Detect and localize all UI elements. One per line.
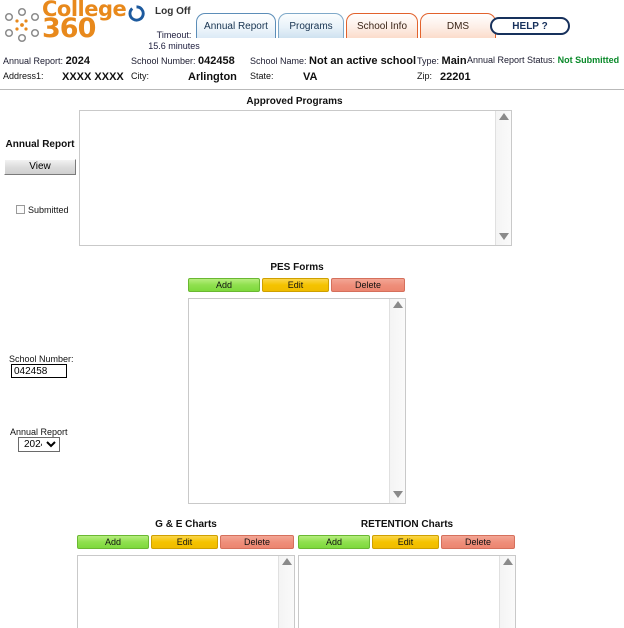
- info-address1-label: Address1:: [3, 71, 44, 81]
- logoff-link[interactable]: Log Off: [155, 6, 191, 17]
- retention-charts-delete-button[interactable]: Delete: [441, 535, 515, 549]
- ge-charts-add-button[interactable]: Add: [77, 535, 149, 549]
- brand-word-360: 360: [42, 13, 96, 45]
- info-state-label: State:: [250, 71, 274, 81]
- pes-forms-listbox[interactable]: [188, 298, 406, 504]
- pes-forms-delete-button[interactable]: Delete: [331, 278, 405, 292]
- view-button[interactable]: View: [4, 159, 76, 175]
- submitted-checkbox-row: Submitted: [16, 205, 69, 215]
- retention-charts-scrollbar[interactable]: [499, 556, 515, 628]
- brand-logo: College 360: [2, 0, 127, 47]
- submitted-checkbox[interactable]: [16, 205, 25, 214]
- info-annual-report: Annual Report: 2024: [3, 55, 91, 67]
- retention-charts-title: RETENTION Charts: [360, 519, 454, 530]
- approved-programs-scrollbar[interactable]: [495, 111, 511, 245]
- timeout-value: 15.6 minutes: [148, 40, 200, 51]
- scroll-up-arrow-icon[interactable]: [498, 113, 509, 123]
- scroll-down-arrow-icon[interactable]: [392, 491, 403, 501]
- app-page: College 360 Log Off Timeout: 15.6 minute…: [0, 0, 624, 628]
- scroll-up-arrow-icon[interactable]: [392, 301, 403, 311]
- info-row-2: Address1: XXXX XXXX City: Arlington Stat…: [0, 71, 624, 87]
- submitted-checkbox-label: Submitted: [28, 205, 69, 215]
- retention-charts-listbox[interactable]: [298, 555, 516, 628]
- info-city-label: City:: [131, 71, 149, 81]
- info-city-value: Arlington: [188, 71, 237, 83]
- annual-report-year-select[interactable]: 2024: [18, 437, 60, 452]
- pes-forms-add-button[interactable]: Add: [188, 278, 260, 292]
- loading-circle-icon: [128, 5, 145, 22]
- tab-dms[interactable]: DMS: [420, 13, 496, 38]
- info-row-1: Annual Report: 2024 School Number: 04245…: [0, 55, 624, 71]
- info-school-name: School Name: Not an active school: [250, 55, 417, 67]
- tab-school-info[interactable]: School Info: [346, 13, 418, 38]
- school-info-bar: Annual Report: 2024 School Number: 04245…: [0, 52, 624, 88]
- school-number-input[interactable]: [11, 364, 67, 378]
- header-divider: [0, 89, 624, 90]
- annual-report-select-label: Annual Report: [10, 427, 68, 437]
- info-type: Type: Main: [417, 55, 467, 67]
- ge-charts-title: G & E Charts: [155, 519, 217, 530]
- info-report-status: Annual Report Status: Not Submitted: [467, 55, 620, 65]
- pes-forms-edit-button[interactable]: Edit: [262, 278, 329, 292]
- school-number-label: School Number:: [9, 354, 74, 364]
- info-zip-value: 22201: [440, 71, 471, 83]
- brand-wordmark: College 360: [42, 0, 128, 45]
- info-state-value: VA: [303, 71, 318, 83]
- ge-charts-scrollbar[interactable]: [278, 556, 294, 628]
- tab-annual-report[interactable]: Annual Report: [196, 13, 276, 38]
- approved-programs-title: Approved Programs: [246, 96, 343, 107]
- info-address1-value: XXXX XXXX: [62, 71, 124, 83]
- app-header: College 360 Log Off Timeout: 15.6 minute…: [0, 0, 624, 51]
- info-school-number: School Number: 042458: [131, 55, 235, 67]
- approved-programs-listbox[interactable]: [79, 110, 512, 246]
- scroll-down-arrow-icon[interactable]: [498, 233, 509, 243]
- info-zip-label: Zip:: [417, 71, 433, 81]
- help-button[interactable]: HELP ?: [490, 17, 570, 35]
- scroll-up-arrow-icon[interactable]: [281, 558, 292, 568]
- ge-charts-delete-button[interactable]: Delete: [220, 535, 294, 549]
- retention-charts-edit-button[interactable]: Edit: [372, 535, 439, 549]
- tab-programs[interactable]: Programs: [278, 13, 344, 38]
- pes-forms-title: PES Forms: [270, 262, 324, 273]
- annual-report-panel-label: Annual Report: [5, 139, 75, 150]
- ge-charts-listbox[interactable]: [77, 555, 295, 628]
- college360-dots-logo-icon: [4, 7, 40, 43]
- retention-charts-add-button[interactable]: Add: [298, 535, 370, 549]
- ge-charts-edit-button[interactable]: Edit: [151, 535, 218, 549]
- pes-forms-scrollbar[interactable]: [389, 299, 405, 503]
- scroll-up-arrow-icon[interactable]: [502, 558, 513, 568]
